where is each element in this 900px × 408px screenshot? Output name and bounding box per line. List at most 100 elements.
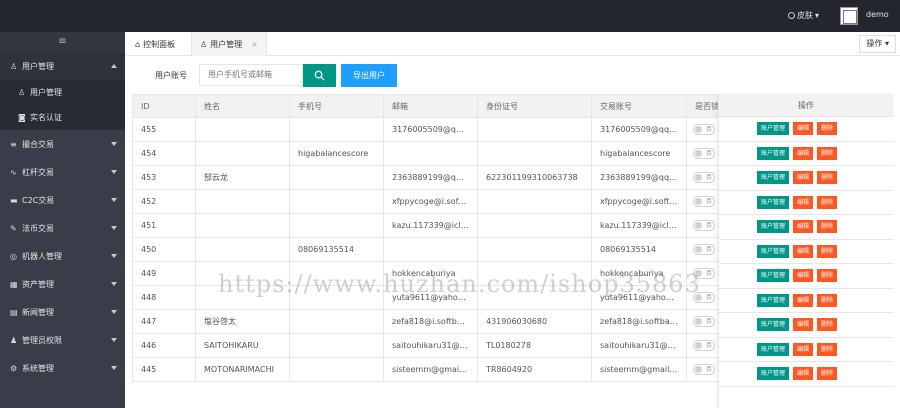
news-icon: ▤ — [10, 307, 18, 317]
account-manage-button[interactable]: 账户管理 — [757, 195, 790, 209]
column-header-name[interactable]: 姓名 — [195, 94, 290, 118]
account-manage-button[interactable]: 账户管理 — [757, 342, 790, 356]
delete-button[interactable]: 删除 — [817, 318, 838, 332]
lock-toggle[interactable]: 否 — [693, 196, 715, 207]
account-manage-button[interactable]: 账户管理 — [757, 220, 790, 234]
sidebar-toggle-icon[interactable]: ≡ — [0, 32, 125, 52]
search-input[interactable]: 用户手机号或邮箱 — [199, 64, 303, 86]
export-users-button[interactable]: 导出用户 — [341, 64, 397, 87]
group-icon: ♟ — [10, 335, 18, 345]
search-button[interactable] — [303, 64, 336, 87]
operations-row: 账户管理 编辑 删除 — [719, 142, 893, 166]
sidebar-item-label: 系统管理 — [22, 363, 54, 373]
column-header-id-number[interactable]: 身份证号 — [477, 94, 592, 118]
wrench-icon: ✎ — [10, 223, 17, 233]
lock-toggle[interactable]: 否 — [693, 316, 715, 327]
account-manage-button[interactable]: 账户管理 — [757, 171, 790, 185]
cell-phone — [289, 117, 384, 142]
tab-control-panel[interactable]: ⌂ 控制面板 — [127, 32, 183, 56]
sidebar-item-matching-trade[interactable]: ≡ 撮合交易 — [0, 130, 125, 158]
account-manage-button[interactable]: 账户管理 — [757, 146, 790, 160]
cell-name — [195, 189, 290, 214]
users-icon: ♙ — [18, 88, 26, 97]
delete-button[interactable]: 删除 — [817, 146, 838, 160]
cell-email: 2363889199@qq.com — [383, 165, 478, 190]
delete-button[interactable]: 删除 — [817, 269, 838, 283]
operations-menu[interactable]: 操作 ▾ — [859, 35, 896, 53]
username[interactable]: demo — [866, 10, 889, 19]
search-label: 用户账号 — [155, 71, 187, 80]
lock-toggle-label: 否 — [706, 366, 713, 373]
sidebar-subitem-user-management[interactable]: ♙ 用户管理 — [0, 80, 125, 105]
lock-toggle-label: 否 — [706, 342, 713, 349]
account-manage-button[interactable]: 账户管理 — [757, 244, 790, 258]
sidebar-item-admin-permissions[interactable]: ♟ 管理员权限 — [0, 326, 125, 354]
lock-toggle-label: 否 — [706, 318, 713, 325]
chevron-down-icon — [111, 338, 117, 342]
edit-button[interactable]: 编辑 — [793, 171, 814, 185]
account-manage-button[interactable]: 账户管理 — [757, 269, 790, 283]
cell-phone — [289, 357, 384, 382]
account-manage-button[interactable]: 账户管理 — [757, 367, 790, 381]
cell-id: 449 — [132, 261, 196, 286]
column-header-phone[interactable]: 手机号 — [289, 94, 384, 118]
sidebar-item-news-management[interactable]: ▤ 新闻管理 — [0, 298, 125, 326]
delete-button[interactable]: 删除 — [817, 367, 838, 381]
cell-trade-account: 08069135514 — [591, 237, 687, 262]
account-manage-button[interactable]: 账户管理 — [757, 122, 790, 136]
delete-button[interactable]: 删除 — [817, 244, 838, 258]
edit-button[interactable]: 编辑 — [793, 269, 814, 283]
avatar[interactable] — [840, 7, 858, 25]
sidebar-item-asset-management[interactable]: ▦ 资产管理 — [0, 270, 125, 298]
operations-row: 账户管理 编辑 删除 — [719, 313, 893, 338]
cell-name — [195, 141, 290, 166]
edit-button[interactable]: 编辑 — [793, 367, 814, 381]
lock-toggle[interactable]: 否 — [693, 148, 715, 159]
edit-button[interactable]: 编辑 — [793, 244, 814, 258]
column-header-email[interactable]: 邮箱 — [383, 94, 478, 118]
edit-button[interactable]: 编辑 — [793, 146, 814, 160]
skin-menu[interactable]: 皮肤 ▾ — [788, 10, 819, 21]
sidebar-item-label: 机器人管理 — [22, 251, 62, 261]
column-header-id[interactable]: ID — [132, 94, 196, 118]
close-icon[interactable]: × — [251, 40, 258, 49]
cell-id: 450 — [132, 237, 196, 262]
delete-button[interactable]: 删除 — [817, 171, 838, 185]
cell-name: 塩谷啓太 — [195, 309, 290, 334]
lock-toggle[interactable]: 否 — [693, 364, 715, 375]
edit-button[interactable]: 编辑 — [793, 122, 814, 136]
edit-button[interactable]: 编辑 — [793, 220, 814, 234]
lock-toggle[interactable]: 否 — [693, 124, 715, 135]
account-manage-button[interactable]: 账户管理 — [757, 318, 790, 332]
sidebar-item-user-management[interactable]: ♙ 用户管理 — [0, 52, 125, 80]
sidebar-item-fiat-trade[interactable]: ✎ 法币交易 — [0, 214, 125, 242]
account-manage-button[interactable]: 账户管理 — [757, 293, 790, 307]
edit-button[interactable]: 编辑 — [793, 293, 814, 307]
delete-button[interactable]: 删除 — [817, 342, 838, 356]
delete-button[interactable]: 删除 — [817, 195, 838, 209]
edit-button[interactable]: 编辑 — [793, 195, 814, 209]
lock-toggle-label: 否 — [706, 198, 713, 205]
sidebar-item-label: 法币交易 — [22, 223, 54, 233]
list-icon: ≡ — [10, 139, 17, 149]
delete-button[interactable]: 删除 — [817, 220, 838, 234]
delete-button[interactable]: 删除 — [817, 122, 838, 136]
sidebar-subitem-real-name-auth[interactable]: ◙ 实名认证 — [0, 105, 125, 130]
sidebar-item-robot-management[interactable]: ◎ 机器人管理 — [0, 242, 125, 270]
lock-toggle[interactable]: 否 — [693, 244, 715, 255]
sidebar-item-leverage-trade[interactable]: ∿ 杠杆交易 — [0, 158, 125, 186]
cell-email: sisteemm@gmail.com — [383, 357, 478, 382]
lock-toggle[interactable]: 否 — [693, 172, 715, 183]
lock-toggle[interactable]: 否 — [693, 220, 715, 231]
cell-phone: 08069135514 — [289, 237, 384, 262]
tab-user-management[interactable]: ♙ 用户管理 × — [191, 32, 267, 56]
column-header-trade-account[interactable]: 交易账号 — [591, 94, 687, 118]
edit-button[interactable]: 编辑 — [793, 318, 814, 332]
chevron-down-icon — [111, 142, 117, 146]
sidebar-item-system-management[interactable]: ⚙ 系统管理 — [0, 354, 125, 382]
sidebar-item-c2c-trade[interactable]: ▬ C2C交易 — [0, 186, 125, 214]
lock-toggle[interactable]: 否 — [693, 340, 715, 351]
chevron-down-icon — [111, 366, 117, 370]
edit-button[interactable]: 编辑 — [793, 342, 814, 356]
delete-button[interactable]: 删除 — [817, 293, 838, 307]
